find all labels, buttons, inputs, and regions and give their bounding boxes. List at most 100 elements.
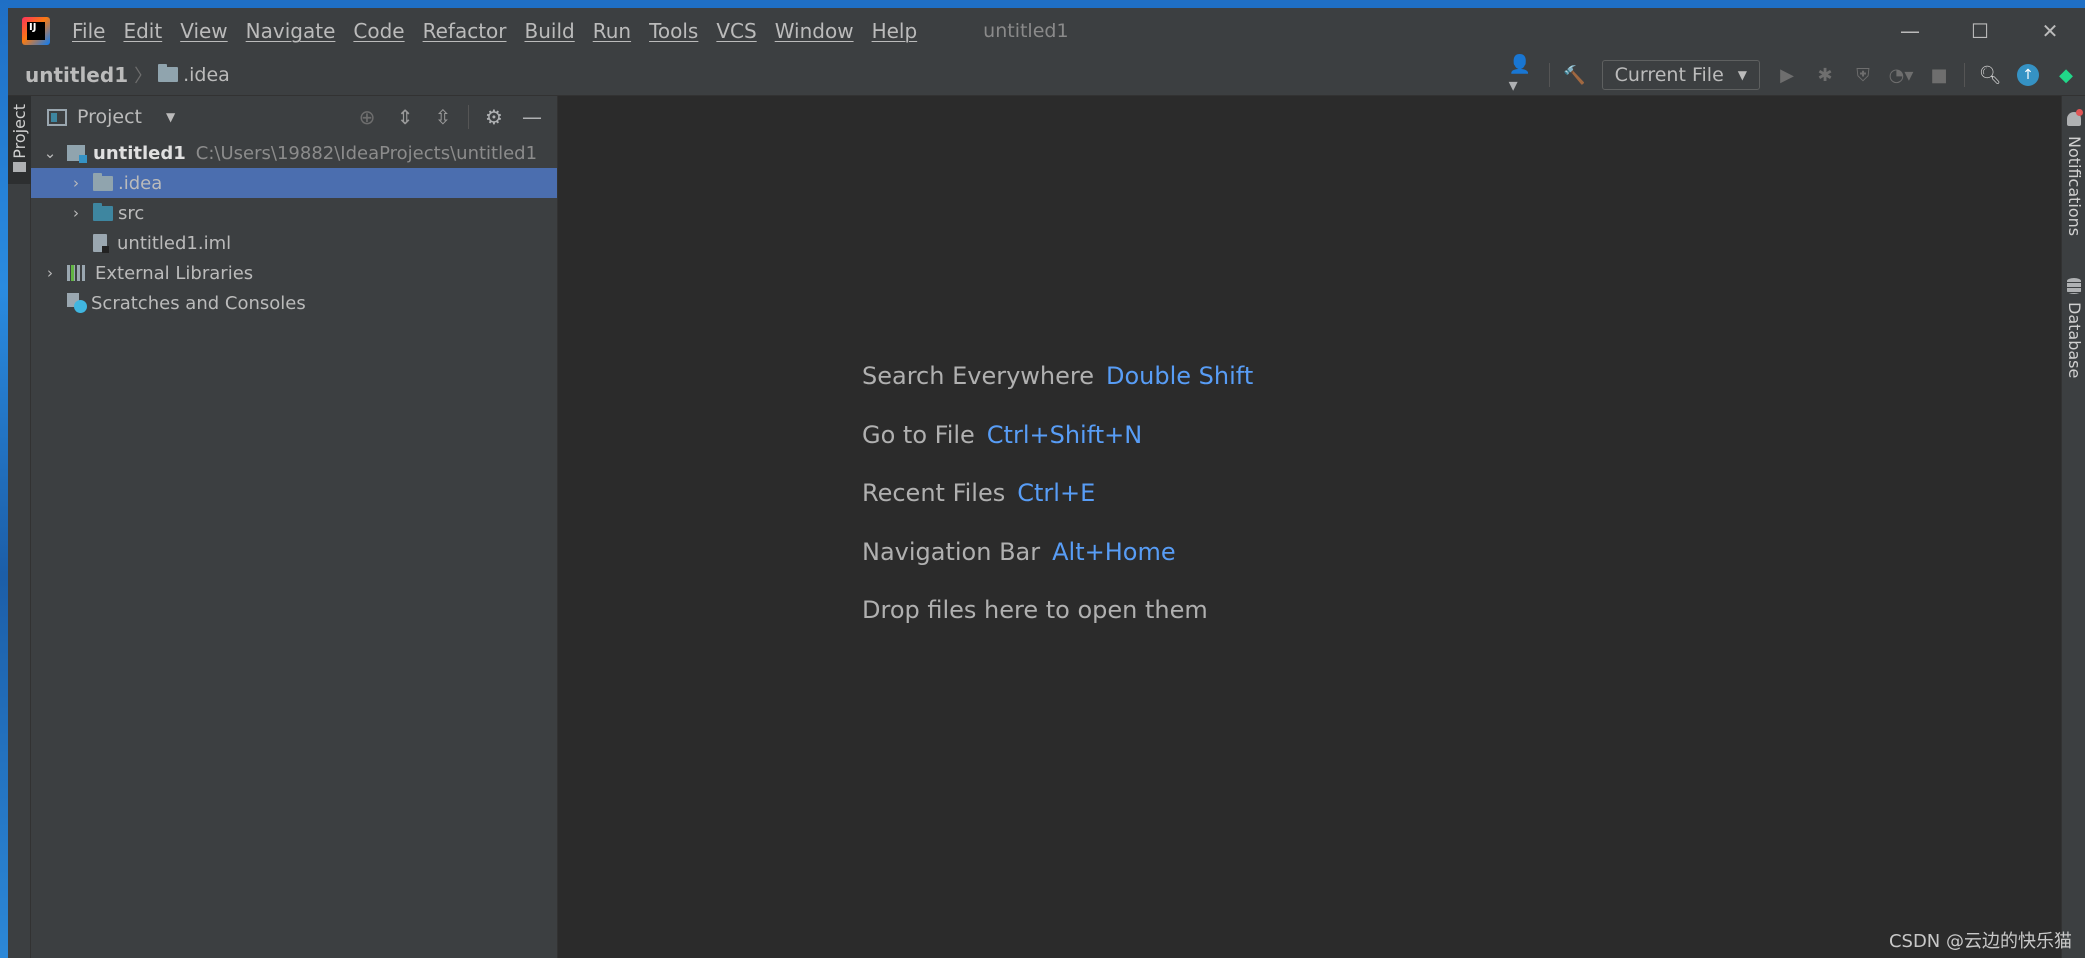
chevron-down-icon[interactable]: ⌄ (43, 144, 57, 162)
gear-icon[interactable]: ⚙ (479, 102, 509, 132)
run-icon[interactable]: ▶ (1772, 60, 1802, 90)
source-folder-icon (93, 202, 113, 221)
maximize-button[interactable]: ☐ (1945, 8, 2015, 54)
project-tab-label: Project (10, 104, 29, 159)
hint-navigation-bar: Navigation Bar Alt+Home (862, 538, 1253, 597)
hide-panel-icon[interactable]: — (517, 102, 547, 132)
desktop-background-top (0, 0, 2085, 8)
title-bar: IJ File Edit View Navigate Code Refactor… (8, 8, 2085, 54)
breadcrumb-idea[interactable]: .idea (183, 64, 230, 86)
notifications-tab[interactable]: Notifications (2065, 136, 2084, 236)
window-title: untitled1 (983, 20, 1069, 42)
toolbar-separator (1548, 63, 1550, 87)
menu-window[interactable]: Window (775, 19, 854, 43)
menu-refactor[interactable]: Refactor (423, 19, 507, 43)
profile-icon[interactable]: ◔▾ (1886, 60, 1916, 90)
menu-tools[interactable]: Tools (649, 19, 698, 43)
database-icon (2067, 278, 2081, 294)
database-tab[interactable]: Database (2065, 302, 2084, 378)
close-button[interactable]: ✕ (2015, 8, 2085, 54)
library-icon (67, 265, 87, 281)
menu-view[interactable]: View (180, 19, 227, 43)
update-icon[interactable]: ↑ (2013, 60, 2043, 90)
search-icon[interactable]: 🔍︎ (1975, 60, 2005, 90)
project-view-icon (47, 108, 67, 126)
hint-label: Navigation Bar (862, 537, 1041, 566)
jetbrains-icon[interactable]: ◆ (2051, 60, 2081, 90)
tree-item-label: src (118, 202, 145, 224)
hint-shortcut: Alt+Home (1052, 537, 1176, 566)
navigation-bar: untitled1 〉 .idea 👤▾ 🔨 Current File ▼ ▶ … (8, 54, 2085, 96)
menu-navigate[interactable]: Navigate (246, 19, 336, 43)
stop-icon[interactable]: ■ (1924, 60, 1954, 90)
tree-item-scratches[interactable]: Scratches and Consoles (31, 288, 557, 318)
hint-label: Drop files here to open them (862, 596, 1208, 624)
tree-item-label: Scratches and Consoles (91, 292, 306, 314)
watermark: CSDN @云边的快乐猫 (1888, 931, 2072, 952)
hint-go-to-file: Go to File Ctrl+Shift+N (862, 421, 1253, 480)
root-module-path: C:\Users\19882\IdeaProjects\untitled1 (195, 142, 538, 164)
project-tool-tab[interactable]: Project (8, 96, 31, 184)
folder-icon (158, 64, 179, 82)
menu-help[interactable]: Help (872, 19, 918, 43)
project-panel: Project ▼ ⊕ ⇕ ⇳ ⚙ — ⌄ untitled1 C:\Users… (31, 96, 558, 958)
minimize-button[interactable]: — (1875, 8, 1945, 54)
chevron-right-icon[interactable]: › (69, 174, 83, 192)
main-toolbar: 👤▾ 🔨 Current File ▼ ▶ ✱ ⛨ ◔▾ ■ 🔍︎ ↑ ◆ (1505, 54, 2085, 96)
tree-item-external-libraries[interactable]: › External Libraries (31, 258, 557, 288)
hint-search-everywhere: Search Everywhere Double Shift (862, 362, 1253, 421)
menu-build[interactable]: Build (525, 19, 575, 43)
hint-shortcut: Ctrl+E (1017, 479, 1096, 507)
project-panel-header: Project ▼ ⊕ ⇕ ⇳ ⚙ — (31, 96, 557, 138)
chevron-down-icon: ▼ (1737, 68, 1747, 82)
desktop-background-left (0, 0, 8, 958)
toolbar-separator (1964, 63, 1965, 87)
editor-area[interactable]: Search Everywhere Double Shift Go to File… (558, 96, 2061, 958)
breadcrumb-project[interactable]: untitled1 (25, 63, 128, 87)
chevron-right-icon[interactable]: › (69, 204, 83, 222)
expand-all-icon[interactable]: ⇕ (390, 102, 420, 132)
tree-item-iml[interactable]: untitled1.iml (31, 228, 557, 258)
run-configuration-select[interactable]: Current File ▼ (1601, 60, 1760, 90)
tree-item-idea[interactable]: › .idea (31, 168, 557, 198)
notification-badge (2076, 109, 2083, 116)
project-panel-actions: ⊕ ⇕ ⇳ ⚙ — (348, 96, 551, 138)
hint-shortcut: Double Shift (1106, 362, 1254, 390)
tree-item-src[interactable]: › src (31, 198, 557, 228)
menu-run[interactable]: Run (593, 19, 631, 43)
project-panel-title[interactable]: Project (77, 106, 142, 128)
coverage-icon[interactable]: ⛨ (1848, 60, 1878, 90)
hint-label: Go to File (862, 420, 975, 449)
menu-file[interactable]: File (72, 19, 105, 43)
chevron-right-icon[interactable]: › (43, 264, 57, 282)
left-tool-stripe: Project (8, 96, 31, 958)
breadcrumb-separator: 〉 (134, 65, 153, 87)
menu-code[interactable]: Code (353, 19, 404, 43)
module-file-icon (93, 234, 109, 253)
tree-item-label: untitled1.iml (117, 232, 232, 254)
collapse-all-icon[interactable]: ⇳ (428, 102, 458, 132)
intellij-logo-icon: IJ (22, 17, 50, 45)
scratches-icon (67, 293, 87, 313)
build-hammer-icon[interactable]: 🔨 (1560, 60, 1590, 90)
menu-edit[interactable]: Edit (123, 19, 162, 43)
hint-shortcut: Ctrl+Shift+N (986, 420, 1143, 449)
project-tree: ⌄ untitled1 C:\Users\19882\IdeaProjects\… (31, 138, 557, 318)
module-icon (67, 145, 87, 163)
hint-label: Search Everywhere (862, 362, 1094, 390)
hint-drop-files: Drop files here to open them (862, 596, 1253, 655)
user-icon[interactable]: 👤▾ (1509, 54, 1539, 96)
hint-label: Recent Files (862, 479, 1006, 507)
tree-item-label: External Libraries (95, 262, 254, 284)
menu-vcs[interactable]: VCS (716, 19, 756, 43)
chevron-down-icon[interactable]: ▼ (166, 110, 175, 124)
toolbar-separator (468, 105, 469, 129)
tree-item-label: .idea (118, 172, 163, 194)
locate-file-icon[interactable]: ⊕ (352, 102, 382, 132)
window-controls: — ☐ ✕ (1875, 8, 2085, 54)
tree-item-root[interactable]: ⌄ untitled1 C:\Users\19882\IdeaProjects\… (31, 138, 557, 168)
right-tool-stripe: Notifications Database (2061, 96, 2085, 958)
hint-recent-files: Recent Files Ctrl+E (862, 479, 1253, 538)
debug-icon[interactable]: ✱ (1810, 60, 1840, 90)
root-module-name: untitled1 (93, 142, 186, 164)
